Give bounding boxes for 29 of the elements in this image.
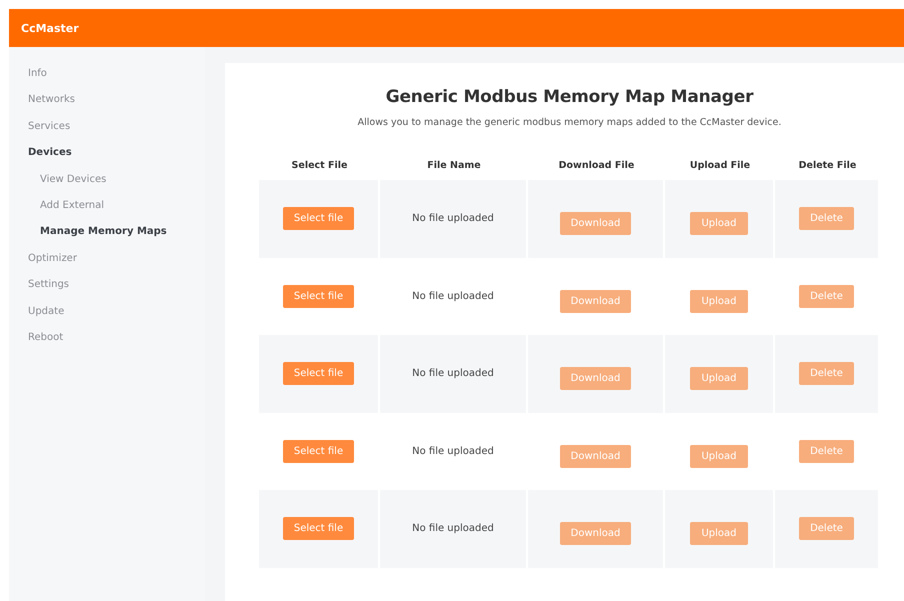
file-name: No file uploaded (412, 523, 494, 534)
column-header: Delete File (798, 160, 858, 170)
column-header: Upload File (688, 160, 752, 170)
select-file-button[interactable]: Select file (282, 517, 354, 540)
select-file-button[interactable]: Select file (282, 362, 354, 386)
nav-item[interactable]: Devices (28, 140, 205, 167)
nav-item[interactable]: Settings (28, 272, 205, 299)
nav-subitem[interactable]: Manage Memory Maps (28, 219, 205, 246)
nav-subitem[interactable]: View Devices (28, 166, 205, 193)
nav-item[interactable]: Update (28, 298, 205, 325)
column-header: Select File (290, 160, 348, 170)
file-name: No file uploaded (412, 213, 494, 224)
page-title: Generic Modbus Memory Map Manager (384, 87, 754, 107)
select-file-button[interactable]: Select file (282, 207, 354, 230)
file-name: No file uploaded (412, 290, 494, 302)
nav-item[interactable]: Info (28, 61, 205, 88)
select-file-button[interactable]: Select file (282, 284, 354, 308)
page-description: Allows you to manage the generic modbus memory maps added to the CcMaster device. (356, 117, 782, 128)
column-header: Download File (558, 160, 636, 170)
select-file-button[interactable]: Select file (282, 440, 354, 463)
nav-item[interactable]: Networks (28, 87, 205, 114)
nav-subitem[interactable]: Add External (28, 192, 205, 220)
app-title: CcMaster (21, 22, 79, 34)
file-name: No file uploaded (412, 446, 494, 457)
file-name: No file uploaded (412, 368, 494, 380)
nav-item[interactable]: Services (28, 114, 205, 140)
nav-item[interactable]: Optimizer (28, 246, 205, 272)
nav-item[interactable]: Reboot (28, 324, 205, 352)
column-header: File Name (426, 160, 482, 170)
